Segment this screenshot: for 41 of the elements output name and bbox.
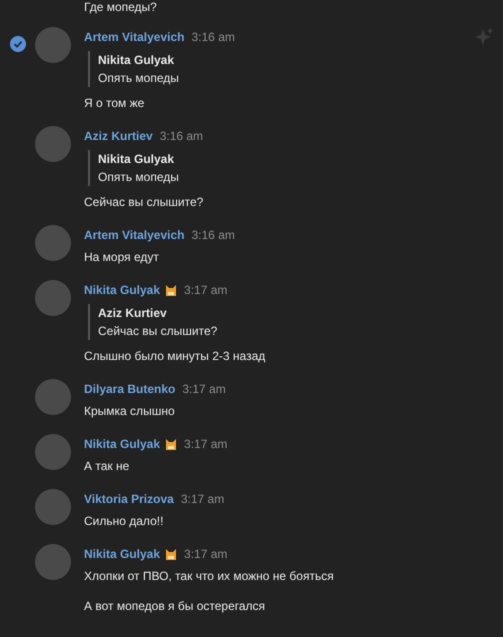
author-name: Nikita Gulyak	[84, 282, 160, 299]
quote-author: Aziz Kurtiev	[98, 305, 168, 322]
avatar	[35, 434, 71, 470]
avatar	[35, 489, 71, 525]
quote-text: Опять мопеды	[98, 169, 180, 186]
message-text: А так не	[84, 458, 130, 475]
timestamp: 3:17 am	[182, 381, 226, 398]
avatar	[35, 225, 71, 261]
message-text: Я о том же	[84, 95, 146, 112]
timestamp: 3:17 am	[184, 436, 228, 453]
check-icon[interactable]	[10, 36, 26, 52]
message-text: Сильно дало!!	[84, 513, 164, 530]
author-name: Nikita Gulyak	[84, 436, 160, 453]
timestamp: 3:17 am	[184, 546, 228, 563]
quote-author: Nikita Gulyak	[98, 151, 176, 168]
quote-text: Опять мопеды	[98, 70, 180, 87]
author-name: Artem Vitalyevich	[84, 29, 184, 46]
author-name: Nikita Gulyak	[84, 546, 160, 563]
avatar	[35, 379, 71, 415]
timestamp: 3:17 am	[180, 491, 224, 508]
author-name: Dilyara Butenko	[84, 381, 176, 398]
timestamp: 3:16 am	[192, 227, 235, 244]
avatar	[35, 126, 71, 162]
avatar	[35, 27, 71, 63]
message-text: А вот мопедов я бы остерегался	[84, 598, 266, 615]
message-text: Сейчас вы слышите?	[84, 194, 204, 211]
timestamp: 3:16 am	[192, 29, 235, 46]
avatar	[35, 280, 71, 316]
author-name: Viktoria Prizova	[84, 491, 174, 508]
author-name: Aziz Kurtiev	[84, 128, 153, 145]
author-name: Artem Vitalyevich	[84, 227, 184, 244]
timestamp: 3:17 am	[184, 282, 228, 299]
avatar	[35, 544, 71, 580]
quote-text: Сейчас вы слышите?	[98, 323, 218, 340]
message-text: Хлопки от ПВО, так что их можно не бояться	[84, 568, 335, 585]
message-text: На моря едут	[84, 249, 160, 266]
message-text: Где мопеды?	[83, 0, 158, 14]
message-text: Крымка слышно	[84, 403, 176, 420]
message-text: Слышно было минуты 2-3 назад	[84, 348, 266, 365]
timestamp: 3:16 am	[160, 128, 204, 145]
quote-author: Nikita Gulyak	[98, 52, 176, 69]
